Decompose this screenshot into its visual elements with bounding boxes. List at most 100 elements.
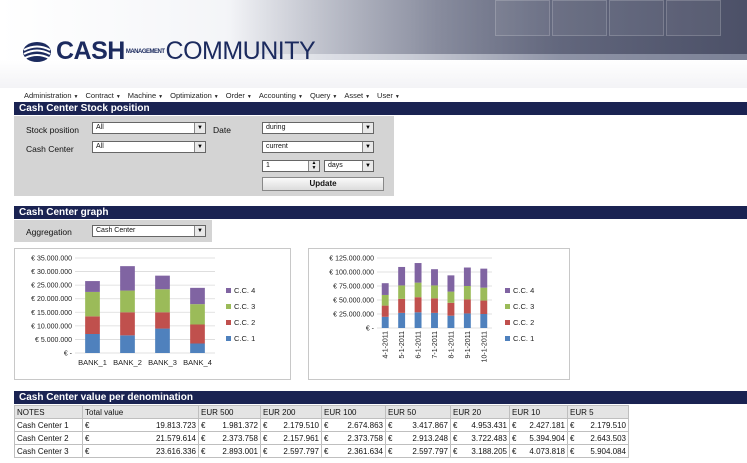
globe-logo-icon [23, 41, 51, 62]
bar-segment [431, 285, 438, 299]
menu-accounting[interactable]: Accounting ▼ [259, 91, 303, 100]
chevron-down-icon: ▼ [362, 142, 373, 152]
bar-segment [414, 312, 422, 328]
column-header: EUR 10 [509, 405, 568, 419]
column-header: EUR 20 [450, 405, 510, 419]
bar-segment [120, 312, 135, 336]
y-tick-label: € 25.000.000 [333, 312, 374, 319]
x-tick-label: 10-1-2011 [481, 331, 488, 363]
bar-segment [447, 302, 455, 316]
currency-symbol: € [388, 420, 393, 430]
date-mode-value: during [266, 124, 286, 131]
bar-segment [398, 298, 406, 313]
legend-swatch [226, 288, 231, 293]
bar-segment [155, 312, 170, 329]
header-decor-panel [552, 0, 607, 36]
bar-segment [85, 291, 100, 317]
aggregation-value: Cash Center [96, 227, 136, 234]
date-ref-select[interactable]: current ▼ [262, 141, 374, 153]
menu-optimization[interactable]: Optimization ▼ [170, 91, 219, 100]
chevron-down-icon: ▼ [194, 123, 205, 133]
bar-segment [190, 304, 205, 325]
denomination-section-title: Cash Center value per denomination [14, 391, 747, 404]
amount-value: 2.893.001 [222, 446, 258, 456]
row-name-cell: Cash Center 2 [14, 431, 83, 445]
amount-value: 3.722.483 [471, 433, 507, 443]
value-cell: €4.073.818 [509, 444, 568, 458]
menu-order[interactable]: Order ▼ [226, 91, 252, 100]
value-cell: €2.179.510 [567, 418, 629, 432]
value-cell: €4.953.431 [450, 418, 510, 432]
menu-machine[interactable]: Machine ▼ [128, 91, 163, 100]
value-cell: €19.813.723 [82, 418, 199, 432]
period-stepper[interactable]: 1 ▲ ▼ [262, 160, 320, 172]
currency-symbol: € [512, 420, 517, 430]
menu-contract[interactable]: Contract ▼ [85, 91, 120, 100]
aggregation-panel: Aggregation Cash Center ▼ [14, 220, 212, 242]
period-unit-select[interactable]: days ▼ [324, 160, 374, 172]
row-name-cell: Cash Center 1 [14, 418, 83, 432]
currency-symbol: € [324, 446, 329, 456]
date-mode-select[interactable]: during ▼ [262, 122, 374, 134]
brand-logo[interactable]: CASHMANAGEMENTCOMMUNITY [22, 37, 316, 66]
update-button[interactable]: Update [262, 177, 384, 191]
y-tick-label: € - [64, 351, 73, 358]
amount-value: 2.373.758 [347, 433, 383, 443]
bar-segment [431, 298, 438, 313]
value-cell: €3.722.483 [450, 431, 510, 445]
x-tick-label: BANK_1 [78, 358, 107, 367]
amount-value: 5.904.084 [590, 446, 626, 456]
bar-segment [120, 335, 135, 353]
stock-position-value: All [96, 124, 104, 131]
amount-value: 3.188.205 [471, 446, 507, 456]
aggregation-label: Aggregation [26, 227, 72, 237]
cash-center-value: All [96, 143, 104, 150]
amount-value: 2.179.510 [283, 420, 319, 430]
value-cell: €21.579.614 [82, 431, 199, 445]
chevron-down-icon: ▼ [362, 123, 373, 133]
value-cell: €2.597.797 [385, 444, 451, 458]
amount-value: 2.427.181 [529, 420, 565, 430]
table-row: Cash Center 3 €23.616.336 €2.893.001 €2.597… [14, 444, 629, 458]
amount-value: 4.953.431 [471, 420, 507, 430]
value-cell: €5.904.084 [567, 444, 629, 458]
x-tick-label: BANK_2 [113, 358, 142, 367]
period-unit-value: days [328, 162, 343, 169]
amount-value: 2.643.503 [590, 433, 626, 443]
amount-value: 19.813.723 [155, 420, 196, 430]
menu-user[interactable]: User ▼ [377, 91, 400, 100]
value-cell: €3.417.867 [385, 418, 451, 432]
value-cell: €2.427.181 [509, 418, 568, 432]
cash-center-select[interactable]: All ▼ [92, 141, 206, 153]
currency-symbol: € [453, 433, 458, 443]
stock-position-select[interactable]: All ▼ [92, 122, 206, 134]
row-name-cell: Cash Center 3 [14, 444, 83, 458]
legend-swatch [226, 336, 231, 341]
y-tick-label: € - [366, 326, 375, 333]
bar-segment [398, 312, 406, 328]
table-row: Cash Center 2 €21.579.614 €2.373.758 €2.157… [14, 431, 629, 445]
bar-segment [120, 266, 135, 291]
currency-symbol: € [453, 446, 458, 456]
x-tick-label: 4-1-2011 [383, 331, 390, 359]
column-header: EUR 500 [198, 405, 261, 419]
bar-segment [155, 328, 170, 353]
value-cell: €2.361.634 [321, 444, 386, 458]
y-tick-label: € 35.000.000 [31, 256, 72, 263]
spinner-arrows-icon[interactable]: ▲ ▼ [308, 161, 319, 171]
menu-asset[interactable]: Asset ▼ [344, 91, 370, 100]
y-tick-label: € 30.000.000 [31, 269, 72, 276]
bar-segment [463, 267, 471, 286]
bar-segment [398, 285, 406, 299]
date-chart: € 125.000.000 € 100.000.000 € 75.000.000 € … [308, 248, 570, 380]
menu-query[interactable]: Query ▼ [310, 91, 337, 100]
bar-segment [190, 324, 205, 344]
currency-symbol: € [324, 420, 329, 430]
currency-symbol: € [512, 433, 517, 443]
value-cell: €2.373.758 [321, 431, 386, 445]
aggregation-select[interactable]: Cash Center ▼ [92, 225, 206, 237]
bar-segment [414, 263, 422, 283]
y-tick-label: € 10.000.000 [31, 323, 72, 330]
menu-administration[interactable]: Administration ▼ [24, 91, 78, 100]
cash-center-label: Cash Center [26, 144, 74, 154]
